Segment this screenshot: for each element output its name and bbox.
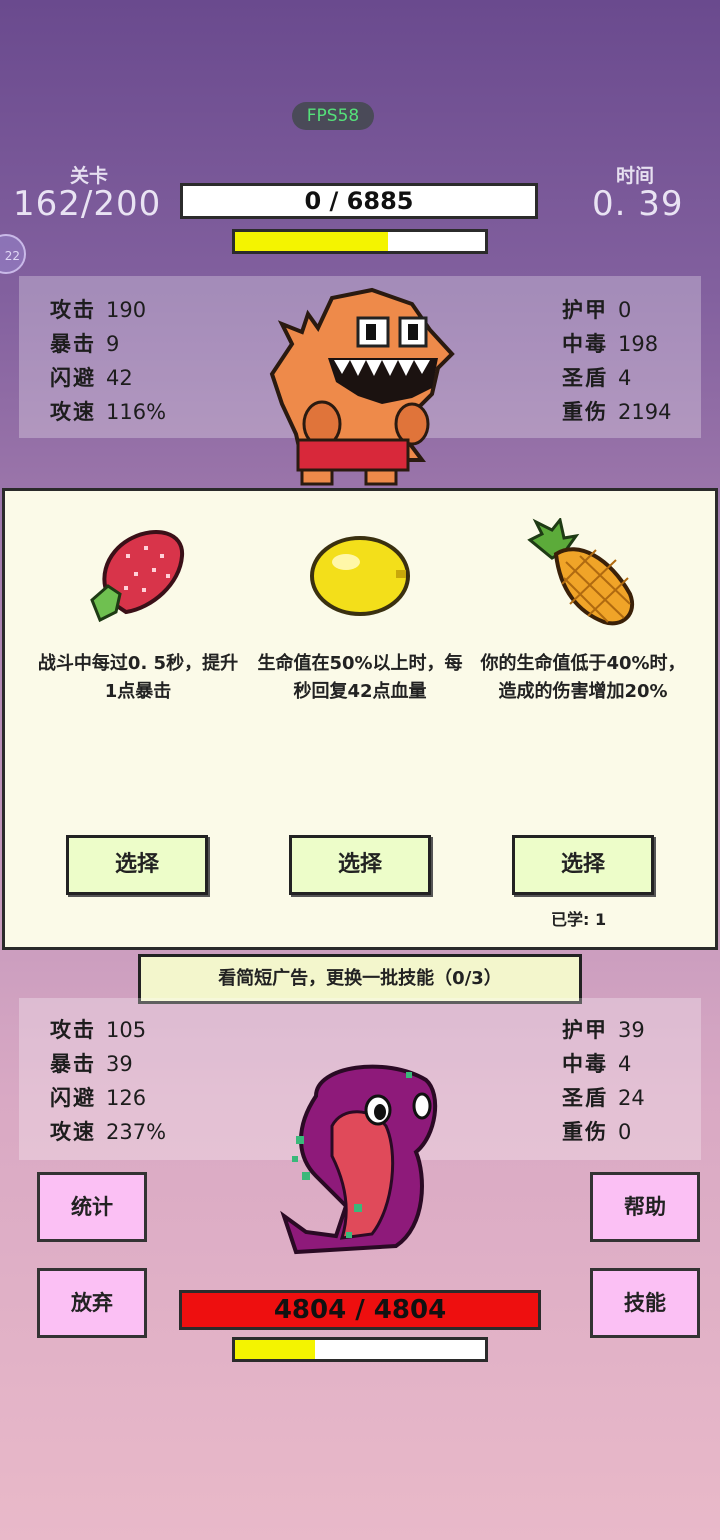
- stats-button[interactable]: 统计: [37, 1172, 147, 1242]
- player-progress-bar: [232, 1337, 488, 1362]
- player-hp-bar: 4804 / 4804: [179, 1290, 541, 1330]
- enemy-stat-attack: 攻击 190: [50, 298, 147, 322]
- select-skill-2-button[interactable]: 选择: [289, 835, 431, 895]
- player-stat-dodge: 闪避 126: [50, 1086, 147, 1110]
- player-stat-armor: 护甲 39: [562, 1018, 645, 1042]
- skill-3-description: 你的生命值低于40%时，造成的伤害增加20%: [480, 653, 686, 702]
- select-skill-1-button[interactable]: 选择: [66, 835, 208, 895]
- player-stats-right: 护甲 39 中毒 4 圣盾 24 重伤 0: [562, 1014, 645, 1150]
- select-skill-3-button[interactable]: 选择: [512, 835, 654, 895]
- player-stat-shield: 圣盾 24: [562, 1086, 645, 1110]
- enemy-progress-bar: [232, 229, 488, 254]
- skill-2-description: 生命值在50%以上时，每秒回复42点血量: [257, 653, 463, 702]
- help-button[interactable]: 帮助: [590, 1172, 700, 1242]
- cobra-icon: [276, 1056, 446, 1256]
- enemy-stat-crit: 暴击 9: [50, 332, 120, 356]
- enemy-stats-right: 护甲 0 中毒 198 圣盾 4 重伤 2194: [562, 294, 671, 430]
- refresh-skills-ad-button[interactable]: 看简短广告，更换一批技能（0/3）: [138, 954, 582, 1004]
- skills-button[interactable]: 技能: [590, 1268, 700, 1338]
- player-stat-poison: 中毒 4: [562, 1052, 632, 1076]
- enemy-stat-dodge: 闪避 42: [50, 366, 133, 390]
- level-value: 162/200: [13, 184, 162, 224]
- player-stats-left: 攻击 105 暴击 39 闪避 126 攻速 237%: [50, 1014, 166, 1150]
- enemy-stat-poison: 中毒 198: [562, 332, 659, 356]
- side-badge[interactable]: 22: [0, 234, 26, 274]
- player-stat-grievous: 重伤 0: [562, 1120, 632, 1144]
- lemon-icon: [308, 534, 412, 618]
- time-value: 0. 39: [592, 184, 684, 224]
- player-stat-crit: 暴击 39: [50, 1052, 133, 1076]
- enemy-progress-fill: [235, 232, 388, 251]
- player-progress-fill: [235, 1340, 315, 1359]
- pineapple-icon: [526, 516, 638, 630]
- skill-3-learned-count: 已学: 1: [551, 910, 607, 929]
- enemy-stat-armor: 护甲 0: [562, 298, 632, 322]
- strawberry-icon: [86, 524, 186, 624]
- enemy-hp-bar: 0 / 6885: [180, 183, 538, 219]
- enemy-stat-attack-speed: 攻速 116%: [50, 400, 167, 424]
- fps-counter: FPS58: [292, 102, 374, 130]
- orange-monster-icon: [262, 284, 462, 488]
- enemy-stat-shield: 圣盾 4: [562, 366, 632, 390]
- enemy-stat-grievous: 重伤 2194: [562, 400, 672, 424]
- player-stat-attack: 攻击 105: [50, 1018, 147, 1042]
- player-stat-attack-speed: 攻速 237%: [50, 1120, 167, 1144]
- give-up-button[interactable]: 放弃: [37, 1268, 147, 1338]
- skill-1-description: 战斗中每过0. 5秒，提升1点暴击: [37, 653, 239, 702]
- enemy-stats-left: 攻击 190 暴击 9 闪避 42 攻速 116%: [50, 294, 166, 430]
